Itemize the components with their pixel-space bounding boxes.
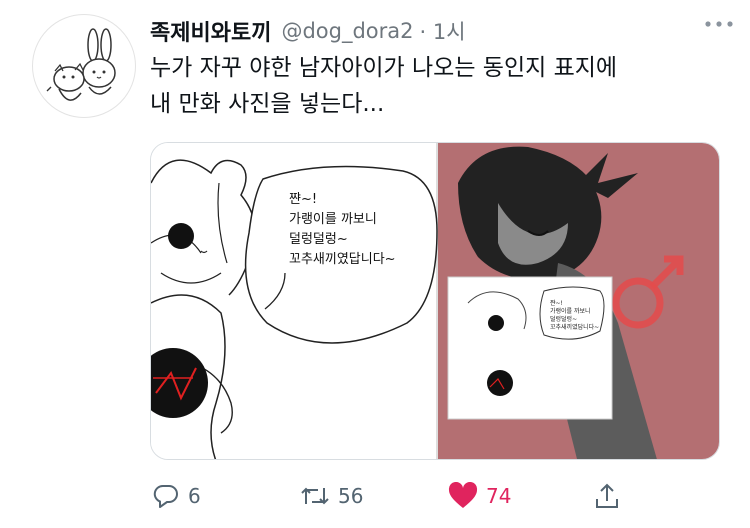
- bubble-line-2: 가랭이를 까보니: [289, 212, 377, 227]
- manga-drawing: 쨘~! 가랭이를 까보니 덜렁덜렁~ 꼬추새끼였답니다~: [151, 159, 438, 459]
- like-count: 74: [486, 484, 512, 508]
- user-handle[interactable]: @dog_dora2: [281, 19, 413, 43]
- retweet-icon: [301, 487, 329, 505]
- share-icon: [596, 483, 618, 508]
- small-bubble-line-3: 덜렁덜렁~: [550, 315, 577, 323]
- small-bubble-line-1: 쨘~!: [550, 299, 563, 307]
- more-dots-icon[interactable]: [704, 10, 734, 35]
- tweet-text: 누가 자꾸 야한 남자아이가 나오는 동인지 표지에 내 만화 사진을 넣는다.…: [150, 50, 730, 122]
- reply-button[interactable]: 6: [152, 478, 201, 514]
- avatar[interactable]: [32, 14, 136, 118]
- tweet-header: 족제비와토끼 @dog_dora2 · 1시: [150, 14, 736, 48]
- reply-icon: [153, 484, 178, 508]
- retweet-button[interactable]: 56: [300, 478, 363, 514]
- tweet-media[interactable]: 쨘~! 가랭이를 까보니 덜렁덜렁~ 꼬추새끼였답니다~ 쨘~! 가랭이를 까보…: [150, 142, 720, 460]
- like-button[interactable]: 74: [448, 478, 511, 514]
- cover-drawing: 쨘~! 가랭이를 까보니 덜렁덜렁~ 꼬추새끼였답니다~: [447, 146, 684, 459]
- heart-icon: [448, 482, 478, 508]
- timestamp[interactable]: · 1시: [420, 16, 466, 46]
- avatar-drawing: [46, 28, 116, 101]
- display-name[interactable]: 족제비와토끼: [150, 15, 271, 47]
- share-button[interactable]: [594, 478, 620, 514]
- small-bubble-line-2: 가랭이를 까보니: [550, 307, 591, 315]
- media-image-cover[interactable]: 쨘~! 가랭이를 까보니 덜렁덜렁~ 꼬추새끼였답니다~: [438, 143, 719, 459]
- tweet-actions: 6 56 74: [150, 478, 650, 514]
- bubble-line-4: 꼬추새끼였답니다~: [289, 252, 396, 267]
- bubble-line-3: 덜렁덜렁~: [289, 232, 348, 247]
- media-image-manga[interactable]: 쨘~! 가랭이를 까보니 덜렁덜렁~ 꼬추새끼였답니다~: [151, 143, 438, 459]
- bubble-line-1: 쨘~!: [289, 192, 317, 207]
- tweet-text-line-2: 내 만화 사진을 넣는다...: [150, 91, 385, 117]
- retweet-count: 56: [338, 484, 364, 508]
- small-bubble-line-4: 꼬추새끼였답니다~: [550, 323, 599, 331]
- reply-count: 6: [188, 484, 201, 508]
- tweet-text-line-1: 누가 자꾸 야한 남자아이가 나오는 동인지 표지에: [150, 55, 618, 81]
